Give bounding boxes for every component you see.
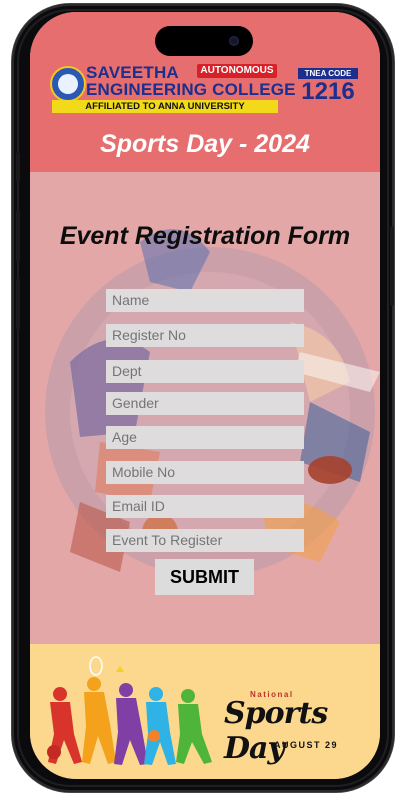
gender-input[interactable] [106,392,304,415]
tnea-code: 1216 [301,78,355,105]
autonomous-badge: AUTONOMOUS [197,64,277,78]
sports-day-script: Sports Day [224,696,328,766]
action-button [16,152,20,182]
athletes-silhouettes-icon [47,656,212,765]
form-title: Event Registration Form [59,222,351,250]
event-title: Sports Day - 2024 [100,130,310,158]
sports-day-date: AUGUST 29 [274,740,339,750]
dynamic-island [155,26,253,56]
app-screen: SAVEETHA ENGINEERING COLLEGE AUTONOMOUS … [30,12,380,779]
sports-day-banner: National Sports Day AUGUST 29 [30,644,380,779]
name-input[interactable] [106,289,304,312]
email-id-input[interactable] [106,495,304,518]
volume-down-button [16,278,20,330]
college-emblem-icon [50,66,86,102]
mobile-no-input[interactable] [106,461,304,484]
age-input[interactable] [106,426,304,449]
college-name-line2: ENGINEERING COLLEGE [86,80,296,99]
form-section: Event Registration Form SUBMIT [30,172,380,644]
dept-input[interactable] [106,360,304,383]
front-camera-icon [229,36,239,46]
submit-button[interactable]: SUBMIT [155,559,254,595]
tnea-code-box: TNEA CODE 1216 [298,68,358,105]
affiliation-banner: AFFILIATED TO ANNA UNIVERSITY [52,100,278,113]
register-no-input[interactable] [106,324,304,347]
power-button [390,226,394,306]
volume-up-button [16,210,20,262]
event-to-register-input[interactable] [106,529,304,552]
